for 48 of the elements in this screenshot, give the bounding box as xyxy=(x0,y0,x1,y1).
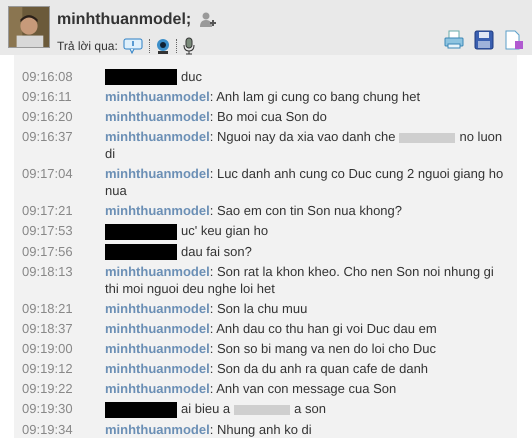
chat-message: minhthuanmodel: Son rat la khon kheo. Cho nen Son noi nhung gi thi moi nguoi deu nghe loi het xyxy=(105,263,495,298)
contact-name: minhthuanmodel; xyxy=(57,10,192,30)
redaction-bar xyxy=(105,69,177,86)
message-text: a son xyxy=(294,401,326,416)
chat-message: minhthuanmodel: Son so bi mang va nen do loi cho Duc xyxy=(105,340,437,358)
redaction-bar xyxy=(105,224,177,240)
message-time: 09:16:08 xyxy=(21,68,74,86)
chat-message: minhthuanmodel: Sao em con tin Son nua khong? xyxy=(105,202,403,220)
message-text: dau fai son? xyxy=(181,244,252,259)
message-time: 09:17:04 xyxy=(21,165,74,184)
chat-message: minhthuanmodel: Nhung anh ko di xyxy=(105,420,313,438)
message-time: 09:19:00 xyxy=(21,340,74,358)
chat-message: minhthuanmodel: Nguoi nay da xia vao danh che no luon di xyxy=(105,128,504,162)
chat-message: minhthuanmodel: Bo moi cua Son do xyxy=(105,108,328,126)
message-time: 09:16:11 xyxy=(21,88,73,106)
print-icon[interactable] xyxy=(444,30,464,50)
message-text: uc' keu gian ho xyxy=(181,223,268,238)
message-time: 09:16:20 xyxy=(21,108,74,126)
chat-message: minhthuanmodel: Anh van con message cua Son xyxy=(105,380,398,398)
redaction-bar xyxy=(105,244,177,260)
chat-message: minhthuanmodel: Luc danh anh cung co Duc cung 2 nguoi giang ho nua xyxy=(105,165,504,200)
chat-message: minhthuanmodel: Son la chu muu xyxy=(105,300,308,318)
webcam-icon[interactable] xyxy=(156,38,170,54)
message-time: 09:16:37 xyxy=(21,128,74,146)
message-time: 09:17:53 xyxy=(21,222,74,240)
message-time: 09:19:12 xyxy=(21,360,74,378)
message-text: duc xyxy=(181,68,202,84)
avatar xyxy=(8,6,50,48)
message-time: 09:19:30 xyxy=(21,400,74,418)
redaction-bar xyxy=(105,402,177,418)
reply-via-label: Trả lời qua: xyxy=(57,38,118,55)
save-icon[interactable] xyxy=(474,30,494,50)
message-time: 09:17:21 xyxy=(21,202,74,220)
chat-message: minhthuanmodel: Son da du anh ra quan cafe de danh xyxy=(105,360,430,378)
message-time: 09:18:37 xyxy=(21,320,74,338)
message-time: 09:19:22 xyxy=(21,380,74,398)
message-time: 09:18:13 xyxy=(21,263,74,282)
microphone-icon[interactable] xyxy=(182,37,195,55)
clear-history-icon[interactable] xyxy=(504,30,524,50)
message-icon[interactable] xyxy=(122,38,143,54)
chat-message: minhthuanmodel: Anh lam gi cung co bang chung het xyxy=(105,88,422,106)
message-time: 09:18:21 xyxy=(21,300,74,318)
blurred-text xyxy=(234,404,290,415)
chat-message: minhthuanmodel: Anh dau co thu han gi voi Duc dau em xyxy=(105,320,438,338)
message-time: 09:17:56 xyxy=(21,242,74,260)
message-text: ai bieu a xyxy=(181,401,230,416)
add-contact-icon[interactable] xyxy=(199,11,218,29)
message-time: 09:19:34 xyxy=(21,420,74,438)
